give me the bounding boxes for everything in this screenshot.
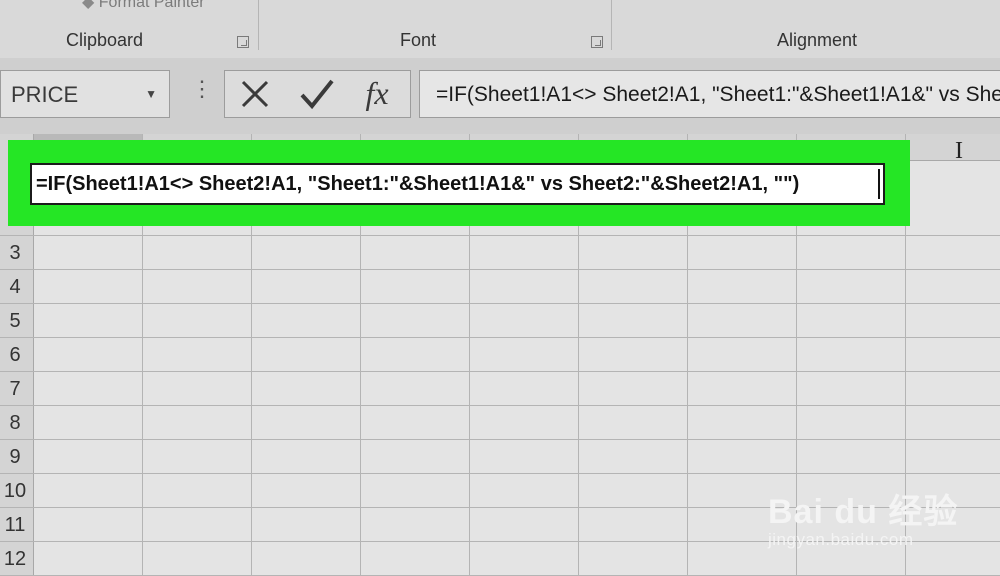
- formula-buttons: fx: [224, 70, 411, 118]
- group-label-alignment: Alignment: [777, 30, 858, 50]
- gridline: [0, 269, 1000, 270]
- ribbon: ◆ Format Painter Clipboard Font Alignmen…: [0, 0, 1000, 58]
- chevron-down-icon[interactable]: ▼: [145, 87, 157, 101]
- font-dialog-launcher-icon[interactable]: [591, 36, 603, 48]
- gridline: [0, 439, 1000, 440]
- fx-icon: fx: [365, 75, 389, 111]
- row-header[interactable]: 6: [0, 344, 30, 367]
- row-header[interactable]: 5: [0, 310, 30, 333]
- row-header[interactable]: 7: [0, 378, 30, 401]
- insert-function-button[interactable]: fx: [355, 75, 399, 111]
- enter-button[interactable]: [295, 77, 339, 113]
- group-label-font: Font: [400, 30, 437, 50]
- row-header[interactable]: 3: [0, 242, 30, 265]
- row-header[interactable]: 12: [0, 548, 30, 571]
- name-box[interactable]: PRICE ▼: [0, 70, 170, 118]
- cell-editor[interactable]: =IF(Sheet1!A1<> Sheet2!A1, "Sheet1:"&She…: [30, 163, 885, 205]
- baidu-watermark: Bai du 经验 jingyan.baidu.com: [768, 484, 998, 564]
- clipboard-dialog-launcher-icon[interactable]: [237, 36, 249, 48]
- format-painter-label: Format Painter: [98, 0, 205, 11]
- gridline: [0, 371, 1000, 372]
- gridline: [0, 473, 1000, 474]
- format-painter-button[interactable]: ◆ Format Painter: [82, 0, 205, 12]
- paintbrush-icon: ◆: [82, 0, 95, 11]
- cell-editor-value: =IF(Sheet1!A1<> Sheet2!A1, "Sheet1:"&She…: [36, 173, 800, 195]
- row-header[interactable]: 8: [0, 412, 30, 435]
- ribbon-separator: [258, 0, 259, 50]
- row-header[interactable]: 4: [0, 276, 30, 299]
- gridline: [0, 235, 1000, 236]
- group-label-clipboard: Clipboard: [66, 30, 144, 50]
- more-options-icon[interactable]: ⋮: [191, 78, 213, 100]
- row-header[interactable]: 11: [0, 514, 30, 537]
- watermark-logo: Bai du 经验: [768, 493, 959, 531]
- formula-row: PRICE ▼ ⋮ fx =IF(Sheet1!A1<> Sheet2!A1, …: [0, 58, 1000, 134]
- text-cursor-icon: I: [955, 138, 963, 164]
- close-icon: [241, 80, 269, 108]
- text-caret: [878, 169, 880, 199]
- formula-bar-value: =IF(Sheet1!A1<> Sheet2!A1, "Sheet1:"&She…: [436, 83, 1000, 106]
- ribbon-separator: [611, 0, 612, 50]
- watermark-url: jingyan.baidu.com: [768, 530, 914, 549]
- row-header[interactable]: 9: [0, 446, 30, 469]
- checkmark-icon: [300, 79, 334, 110]
- gridline: [0, 405, 1000, 406]
- name-box-value: PRICE: [11, 82, 79, 107]
- row-header[interactable]: 10: [0, 480, 30, 503]
- cancel-entry-button[interactable]: [233, 77, 277, 113]
- formula-bar[interactable]: =IF(Sheet1!A1<> Sheet2!A1, "Sheet1:"&She…: [419, 70, 1000, 118]
- gridline: [0, 303, 1000, 304]
- gridline: [0, 337, 1000, 338]
